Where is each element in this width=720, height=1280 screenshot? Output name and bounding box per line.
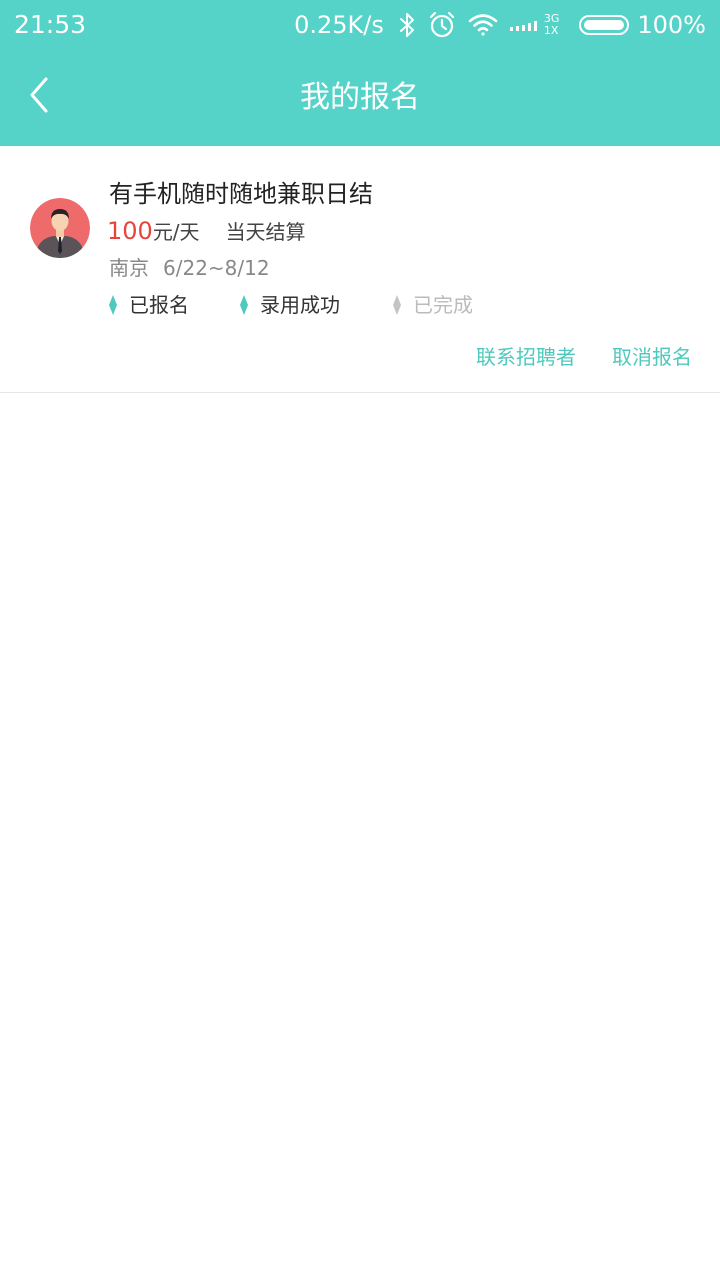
battery-icon bbox=[579, 15, 630, 35]
step-label: 已完成 bbox=[413, 293, 473, 317]
step-completed: 已完成 bbox=[392, 290, 473, 320]
job-location: 南京 bbox=[109, 256, 149, 280]
network-speed: 0.25K/s bbox=[294, 11, 384, 39]
alarm-clock-icon bbox=[428, 11, 456, 39]
diamond-icon bbox=[109, 295, 117, 315]
bluetooth-icon bbox=[398, 12, 416, 38]
pay-amount: 100 bbox=[107, 217, 153, 245]
battery-level: 100% bbox=[637, 11, 706, 39]
pay-row: 100元/天 当天结算 bbox=[107, 216, 306, 247]
diamond-icon bbox=[240, 295, 248, 315]
diamond-icon bbox=[393, 295, 401, 315]
contact-recruiter-button[interactable]: 联系招聘者 bbox=[476, 342, 576, 372]
page-title: 我的报名 bbox=[300, 80, 420, 115]
step-hired: 录用成功 bbox=[239, 290, 340, 320]
status-indicators: 0.25K/s 3G 1X 100% bbox=[294, 8, 706, 42]
step-registered: 已报名 bbox=[108, 290, 189, 320]
meta-row: 南京 6/22~8/12 bbox=[109, 254, 270, 282]
recruiter-avatar bbox=[30, 198, 90, 258]
step-label: 录用成功 bbox=[260, 293, 340, 317]
network-type: 3G 1X bbox=[544, 13, 560, 37]
step-label: 已报名 bbox=[129, 293, 189, 317]
status-bar: 21:53 0.25K/s 3G 1X 100% bbox=[0, 0, 720, 50]
cancel-registration-button[interactable]: 取消报名 bbox=[612, 342, 692, 372]
date-range: 6/22~8/12 bbox=[163, 256, 270, 280]
settlement-type: 当天结算 bbox=[225, 220, 306, 244]
signal-icon bbox=[509, 18, 540, 32]
network-type-bottom: 1X bbox=[543, 24, 559, 37]
app-bar: 我的报名 bbox=[0, 50, 720, 146]
pay-unit: 元/天 bbox=[152, 220, 200, 244]
registration-card[interactable]: 有手机随时随地兼职日结 100元/天 当天结算 南京 6/22~8/12 已报名 录… bbox=[0, 146, 720, 393]
wifi-icon bbox=[468, 12, 498, 38]
status-time: 21:53 bbox=[14, 10, 87, 39]
job-title: 有手机随时随地兼职日结 bbox=[109, 180, 373, 208]
